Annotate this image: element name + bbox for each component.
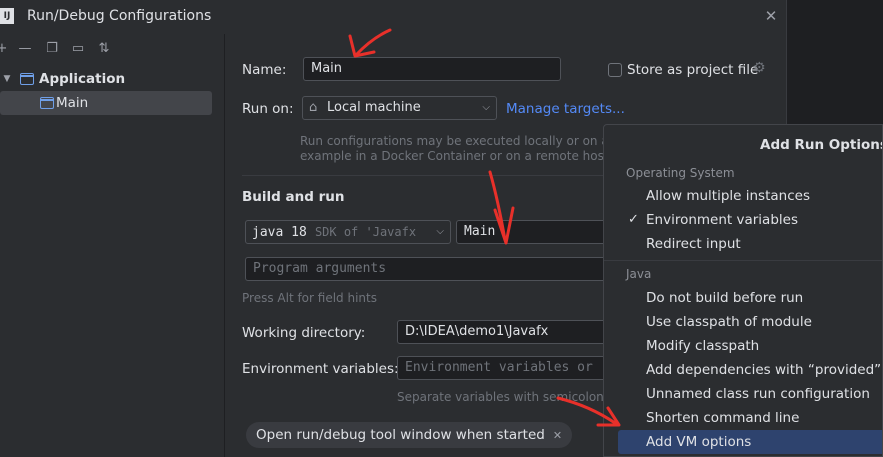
run-on-hint-line-1: Run configurations may be executed local…	[300, 134, 605, 148]
option-label: Use classpath of module	[646, 314, 812, 330]
tree-group-application[interactable]: ▼ Application	[0, 67, 212, 91]
close-icon[interactable]: ✕	[553, 429, 562, 442]
option-label: Do not build before run	[646, 290, 804, 306]
chip-label: Open run/debug tool window when started	[256, 427, 545, 443]
option-shorten-command-line[interactable]: Shorten command line	[618, 406, 882, 430]
option-add-provided-dependencies[interactable]: Add dependencies with “provided” sc	[618, 358, 883, 382]
option-add-vm-options[interactable]: Add VM options	[618, 430, 882, 454]
group-java: Java	[626, 267, 652, 281]
manage-targets-link[interactable]: Manage targets...	[506, 101, 625, 117]
option-label: Add VM options	[646, 434, 752, 450]
tree-group-label: Application	[39, 71, 126, 87]
working-directory-input[interactable]: D:\IDEA\demo1\Javafx	[397, 320, 617, 344]
configurations-toolbar: + — ❐ ▭ ⇅	[0, 38, 225, 62]
program-arguments-input[interactable]: Program arguments	[245, 257, 615, 281]
home-icon: ⌂	[309, 100, 318, 115]
application-config-icon	[40, 97, 54, 109]
environment-variables-input[interactable]: Environment variables or	[397, 356, 617, 380]
environment-variables-hint: Separate variables with semicolon: VA	[397, 390, 605, 404]
copy-icon[interactable]: ❐	[44, 41, 60, 57]
store-as-project-label: Store as project file	[627, 62, 759, 78]
jdk-sdk-text: SDK of 'Javafx	[314, 225, 417, 239]
gear-icon[interactable]: ⚙	[753, 60, 766, 76]
option-use-classpath-of-module[interactable]: Use classpath of module	[618, 310, 882, 334]
option-label: Shorten command line	[646, 410, 800, 426]
chevron-down-icon: ⌵	[434, 221, 444, 243]
name-input[interactable]: Main	[303, 57, 561, 81]
jdk-version: java 18	[252, 225, 307, 240]
option-allow-multiple-instances[interactable]: Allow multiple instances	[618, 184, 882, 208]
intellij-logo-icon: IJ	[0, 8, 14, 24]
configurations-tree: ▼ Application Main	[0, 62, 225, 457]
checkmark-icon: ✓	[628, 212, 639, 227]
tree-item-main[interactable]: Main	[0, 91, 212, 115]
remove-icon[interactable]: —	[17, 41, 33, 57]
sort-icon[interactable]: ⇅	[96, 41, 112, 57]
application-icon	[20, 73, 34, 85]
close-icon[interactable]: ✕	[763, 8, 779, 24]
option-label: Unnamed class run configuration	[646, 386, 870, 402]
option-unnamed-class-run-configuration[interactable]: Unnamed class run configuration	[618, 382, 882, 406]
tree-item-label: Main	[56, 95, 89, 111]
chevron-down-icon[interactable]: ▼	[0, 74, 14, 84]
option-environment-variables[interactable]: ✓ Environment variables	[618, 208, 882, 232]
option-label: Environment variables	[646, 212, 798, 228]
environment-variables-label: Environment variables:	[242, 361, 399, 377]
run-on-label: Run on:	[242, 101, 294, 117]
run-on-hint-line-2: example in a Docker Container or on a re…	[300, 149, 605, 163]
option-label: Add dependencies with “provided” sc	[646, 362, 883, 378]
chevron-down-icon: ⌵	[482, 102, 490, 113]
new-folder-icon[interactable]: ▭	[70, 41, 86, 57]
name-label: Name:	[242, 62, 287, 78]
title-bar: IJ Run/Debug Configurations ✕	[0, 0, 787, 34]
option-modify-classpath[interactable]: Modify classpath	[618, 334, 882, 358]
option-do-not-build[interactable]: Do not build before run	[618, 286, 882, 310]
popup-title: Add Run Options	[760, 137, 883, 153]
add-run-options-popup: Add Run Options Operating System Allow m…	[603, 124, 883, 457]
working-directory-label: Working directory:	[242, 325, 366, 341]
main-class-input[interactable]: Main	[456, 220, 616, 244]
option-label: Allow multiple instances	[646, 188, 810, 204]
before-launch-chip[interactable]: Open run/debug tool window when started ✕	[246, 422, 573, 448]
option-label: Modify classpath	[646, 338, 760, 354]
build-and-run-title: Build and run	[242, 189, 345, 205]
store-as-project-checkbox[interactable]	[608, 63, 622, 77]
section-divider	[242, 175, 604, 176]
group-operating-system: Operating System	[626, 166, 735, 180]
option-redirect-input[interactable]: Redirect input	[618, 232, 882, 256]
popup-separator	[604, 260, 882, 261]
field-hints-text: Press Alt for field hints	[242, 291, 377, 305]
jdk-select[interactable]: java 18 SDK of 'Javafx ⌵	[245, 220, 451, 244]
option-label: Redirect input	[646, 236, 741, 252]
run-on-select[interactable]: ⌂ Local machine ⌵	[302, 96, 497, 120]
add-icon[interactable]: +	[0, 41, 10, 57]
dialog-title: Run/Debug Configurations	[27, 8, 212, 24]
run-on-value: Local machine	[327, 100, 421, 115]
